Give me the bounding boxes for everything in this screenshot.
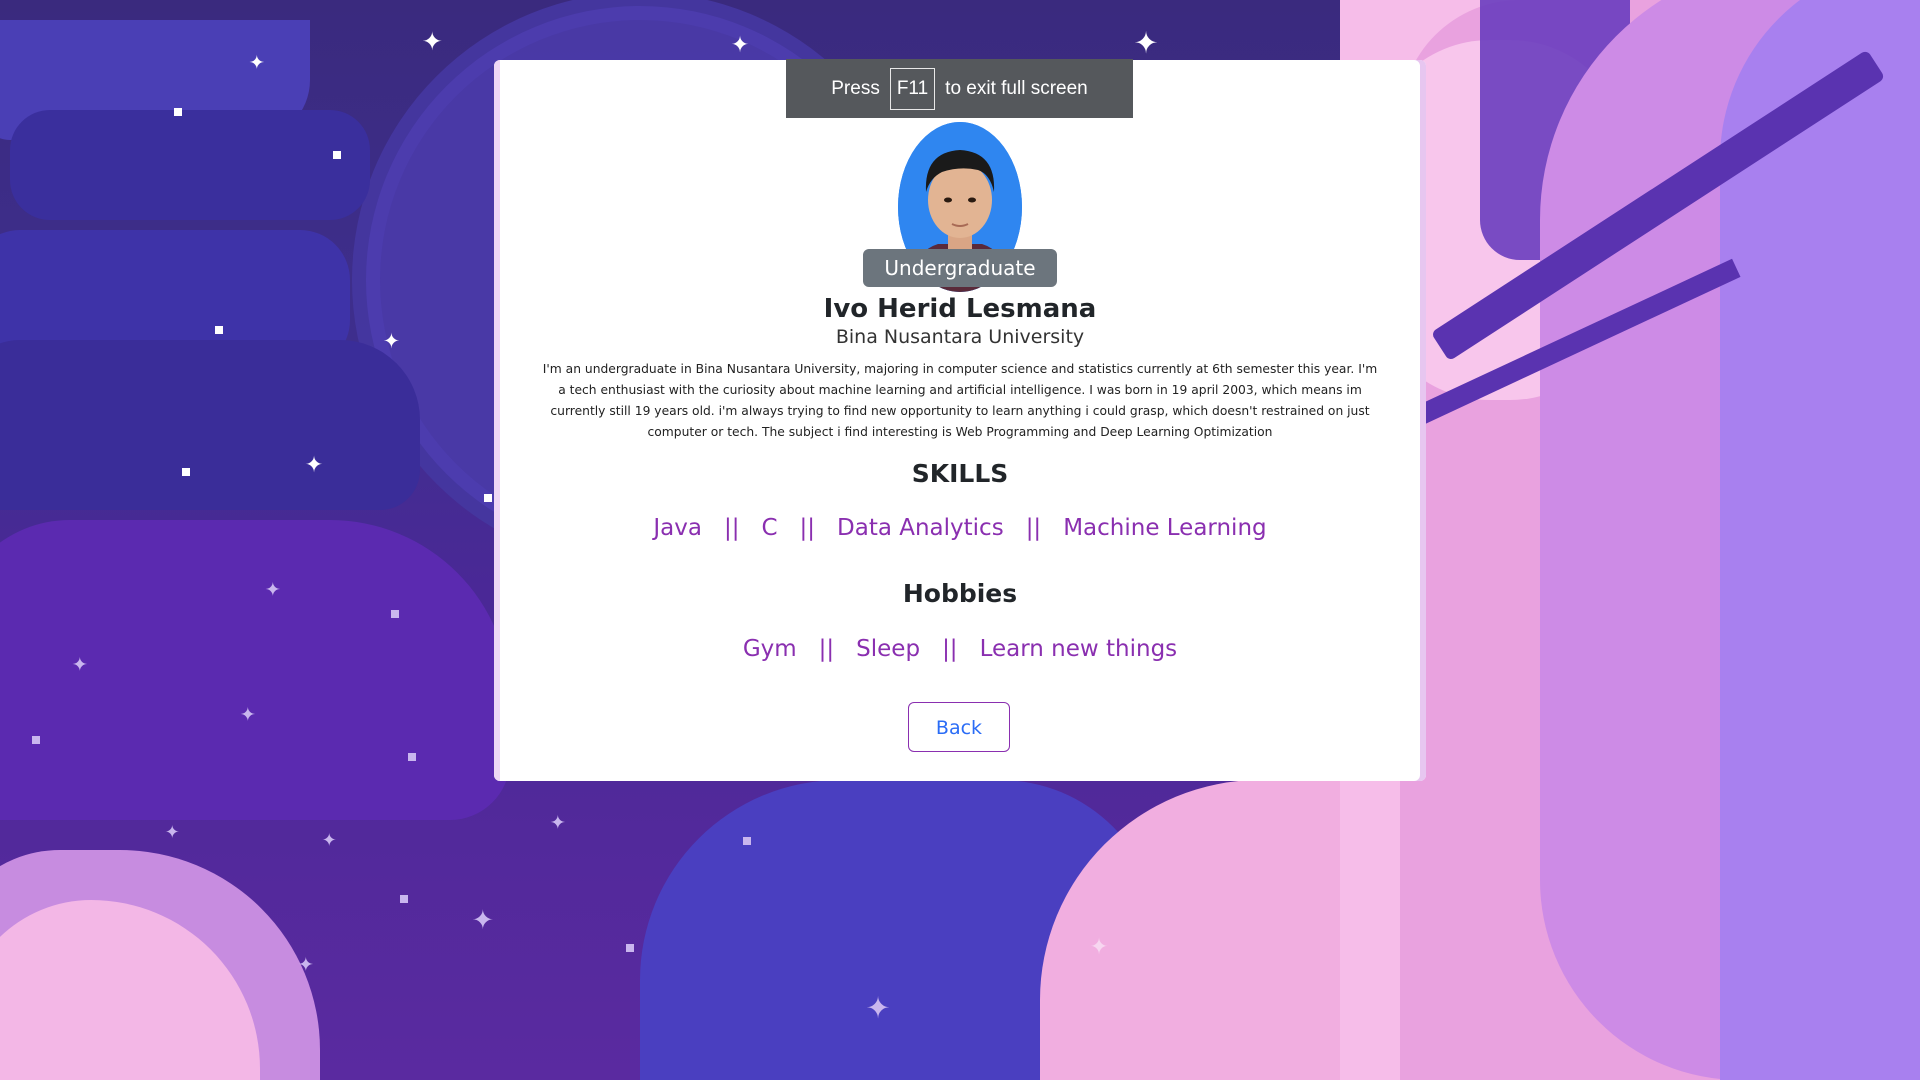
skill-item: Data Analytics [837, 515, 1004, 541]
star-icon: ✦ [383, 322, 400, 355]
hobby-item: Gym [742, 636, 797, 662]
skill-item: Machine Learning [1063, 515, 1267, 541]
star-icon: ✦ [1090, 927, 1109, 962]
star-dot [484, 494, 492, 502]
star-icon: ✦ [240, 698, 256, 728]
bio-text: I'm an undergraduate in Bina Nusantara U… [542, 362, 1378, 439]
university-name: Bina Nusantara University [835, 326, 1085, 348]
separator: || [942, 636, 958, 662]
star-icon: ✦ [72, 648, 88, 678]
star-dot [32, 736, 40, 744]
toast-prefix: Press [831, 77, 880, 99]
star-icon: ✦ [866, 982, 891, 1028]
separator: || [723, 515, 740, 541]
separator: || [818, 636, 835, 662]
star-icon: ✦ [249, 46, 265, 76]
skills-heading: SKILLS [911, 459, 1009, 488]
star-icon: ✦ [298, 948, 314, 978]
skills-list: Java || C || Data Analytics || Machine Learnin… [494, 515, 1426, 541]
star-dot [333, 151, 341, 159]
star-icon: ✦ [1134, 17, 1159, 63]
separator: || [799, 515, 816, 541]
hobbies-heading: Hobbies [902, 579, 1018, 608]
star-icon: ✦ [731, 25, 750, 60]
cloud [0, 340, 420, 510]
profile-card: Undergraduate Ivo Herid Lesmana Bina Nus… [494, 60, 1426, 781]
separator: || [1025, 515, 1042, 541]
star-dot [743, 837, 751, 845]
hobby-item: Sleep [856, 636, 921, 662]
star-icon: ✦ [322, 824, 337, 852]
star-dot [174, 108, 182, 116]
profile-name: Ivo Herid Lesmana [823, 294, 1097, 324]
toast-suffix: to exit full screen [945, 77, 1088, 99]
status-badge: Undergraduate [863, 249, 1057, 287]
f11-key: F11 [889, 67, 936, 110]
skill-item: Java [653, 515, 702, 541]
star-dot [391, 610, 399, 618]
star-icon: ✦ [422, 19, 443, 59]
star-dot [408, 753, 416, 761]
skill-item: C [761, 515, 778, 541]
cloud [10, 110, 370, 220]
star-dot [400, 895, 408, 903]
star-icon: ✦ [472, 897, 494, 938]
star-icon: ✦ [550, 806, 566, 836]
back-button[interactable]: Back [908, 702, 1010, 752]
fullscreen-toast: Press F11 to exit full screen [786, 59, 1133, 118]
star-icon: ✦ [305, 445, 324, 480]
star-dot [182, 468, 190, 476]
hobbies-list: Gym || Sleep || Learn new things [494, 636, 1426, 662]
star-icon: ✦ [265, 573, 281, 603]
hobby-item: Learn new things [979, 636, 1178, 662]
star-dot [626, 944, 634, 952]
star-icon: ✦ [165, 816, 180, 844]
star-dot [215, 326, 223, 334]
